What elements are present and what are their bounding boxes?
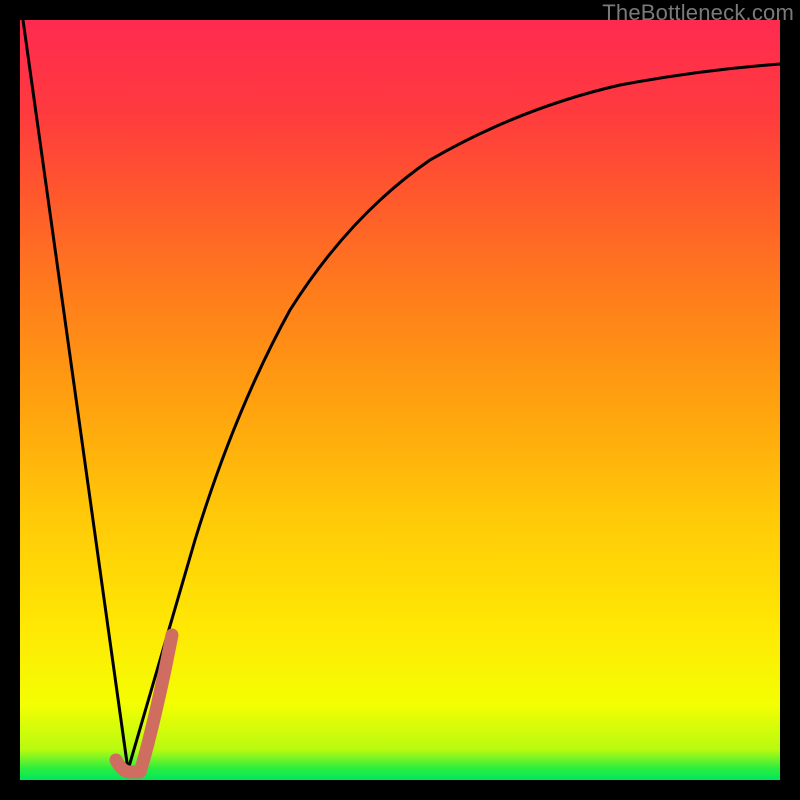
- curve-layer: [20, 20, 780, 780]
- plot-area: [20, 20, 780, 780]
- right-asymptote-curve: [128, 64, 780, 770]
- chart-frame: TheBottleneck.com: [0, 0, 800, 800]
- left-descent-line: [23, 20, 128, 770]
